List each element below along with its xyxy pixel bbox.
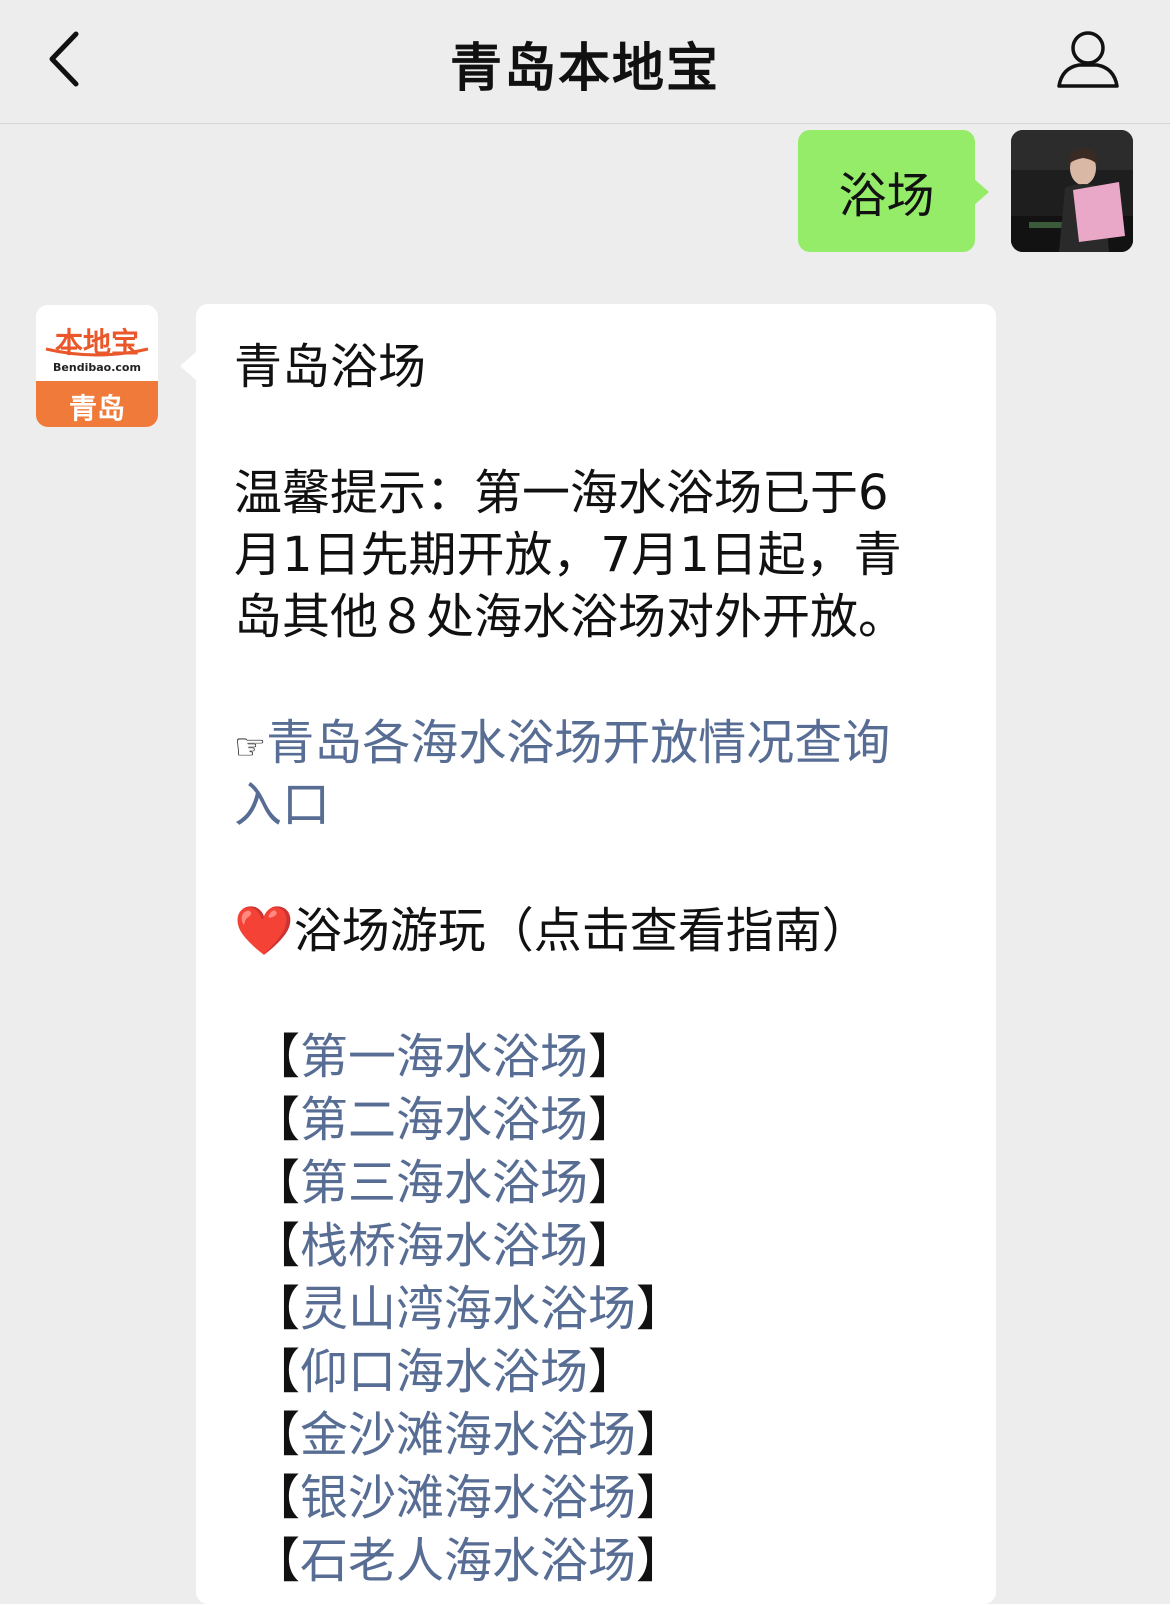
bracket-close: 】 (636, 1470, 685, 1526)
bracket-open: 【 (252, 1281, 301, 1337)
beach-link[interactable]: 栈桥海水浴场 (300, 1218, 588, 1274)
bracket-open: 【 (252, 1092, 301, 1148)
tip-line-1: 温馨提示：第一海水浴场已于6 (234, 465, 889, 521)
logo-brand-text: 本地宝 (54, 326, 139, 359)
incoming-message-bubble[interactable]: 青岛浴场 温馨提示：第一海水浴场已于6 月1日先期开放，7月1日起，青 岛其他８… (196, 304, 996, 1604)
bracket-open: 【 (252, 1155, 301, 1211)
bracket-open: 【 (252, 1407, 301, 1463)
logo-site-text: Bendibao.com (53, 361, 141, 374)
pointing-hand-icon: ☞ (234, 727, 267, 768)
beach-list-item[interactable]: 【第三海水浴场】 (252, 1152, 636, 1214)
outgoing-bubble-tail (973, 178, 989, 206)
logo-city-text: 青岛 (68, 392, 125, 425)
beach-link[interactable]: 灵山湾海水浴场 (300, 1281, 636, 1337)
user-avatar[interactable] (1011, 130, 1133, 252)
guide-heading-line: ❤️浴场游玩（点击查看指南） (234, 900, 870, 962)
bracket-close: 】 (636, 1281, 685, 1337)
bracket-close: 】 (588, 1344, 637, 1400)
beach-link[interactable]: 第一海水浴场 (300, 1029, 588, 1085)
tip-line-3: 岛其他８处海水浴场对外开放。 (234, 589, 907, 645)
query-entry-link[interactable]: 青岛各海水浴场开放情况查询 (266, 715, 890, 771)
bracket-close: 】 (636, 1407, 685, 1463)
beach-list-item[interactable]: 【第二海水浴场】 (252, 1089, 636, 1151)
outgoing-message-bubble[interactable]: 浴场 (798, 130, 975, 252)
profile-button[interactable] (1052, 24, 1124, 96)
bracket-close: 】 (588, 1092, 637, 1148)
guide-heading: 浴场游玩（点击查看指南） (293, 903, 870, 959)
bracket-open: 【 (252, 1533, 301, 1589)
beach-list-item[interactable]: 【金沙滩海水浴场】 (252, 1404, 684, 1466)
bracket-open: 【 (252, 1218, 301, 1274)
top-navigation-bar: 青岛本地宝 (0, 0, 1170, 124)
query-link-line-1[interactable]: ☞青岛各海水浴场开放情况查询 (234, 712, 890, 779)
beach-link[interactable]: 第二海水浴场 (300, 1092, 588, 1148)
bendibao-logo-avatar[interactable]: 本地宝 Bendibao.com 青岛 (36, 305, 158, 427)
beach-list-item[interactable]: 【银沙滩海水浴场】 (252, 1467, 684, 1529)
bracket-close: 】 (588, 1218, 637, 1274)
bracket-close: 】 (588, 1155, 637, 1211)
chat-area[interactable]: 浴场 本地宝 Bendibao.com 青岛 青岛浴场 温馨提示：第一海水浴场已… (0, 124, 1170, 1604)
query-link-line-2[interactable]: 入口 (234, 774, 330, 836)
bracket-close: 】 (636, 1533, 685, 1589)
beach-list-item[interactable]: 【石老人海水浴场】 (252, 1530, 684, 1592)
person-icon (1057, 31, 1119, 88)
beach-link[interactable]: 金沙滩海水浴场 (300, 1407, 636, 1463)
outgoing-message-text: 浴场 (838, 168, 935, 224)
chat-title: 青岛本地宝 (449, 39, 720, 99)
bracket-close: 】 (588, 1029, 637, 1085)
beach-link[interactable]: 仰口海水浴场 (300, 1344, 588, 1400)
beach-list-item[interactable]: 【仰口海水浴场】 (252, 1341, 636, 1403)
beach-list-item[interactable]: 【栈桥海水浴场】 (252, 1215, 636, 1277)
red-heart-icon: ❤️ (234, 903, 294, 959)
beach-link[interactable]: 石老人海水浴场 (300, 1533, 636, 1589)
user-avatar-image (1011, 130, 1133, 252)
beach-list-item[interactable]: 【第一海水浴场】 (252, 1026, 636, 1088)
beach-list-item[interactable]: 【灵山湾海水浴场】 (252, 1278, 684, 1340)
bracket-open: 【 (252, 1029, 301, 1085)
beach-link[interactable]: 第三海水浴场 (300, 1155, 588, 1211)
tip-line-2: 月1日先期开放，7月1日起，青 (234, 527, 902, 583)
incoming-bubble-tail (180, 352, 196, 380)
bracket-open: 【 (252, 1344, 301, 1400)
message-heading: 青岛浴场 (234, 339, 427, 395)
bracket-open: 【 (252, 1470, 301, 1526)
beach-link[interactable]: 银沙滩海水浴场 (300, 1470, 636, 1526)
